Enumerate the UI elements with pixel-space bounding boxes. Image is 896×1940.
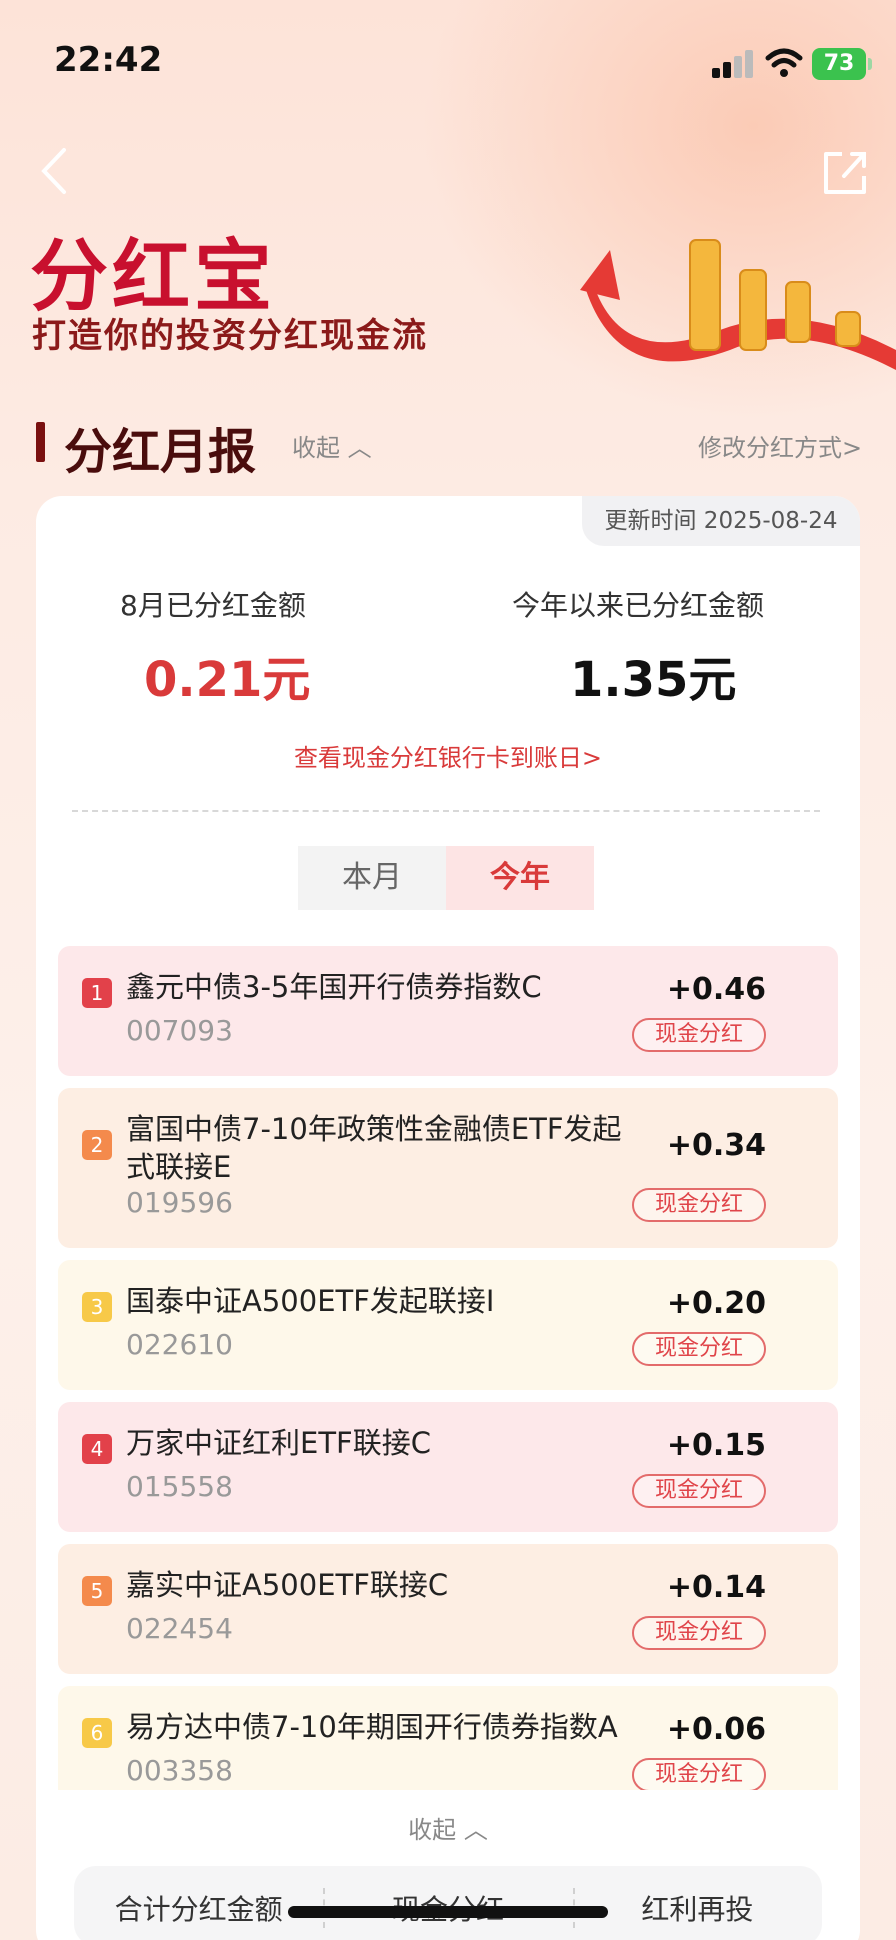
rank-badge: 6	[82, 1718, 112, 1748]
status-time: 22:42	[54, 40, 163, 80]
cellular-signal-icon	[712, 48, 754, 78]
rank-badge: 1	[82, 978, 112, 1008]
year-dividend-value: 1.35元	[570, 652, 737, 708]
period-segment: 本月 今年	[298, 846, 594, 910]
battery-tip	[868, 58, 872, 70]
cash-dividend-tag: 现金分红	[632, 1188, 766, 1222]
divider	[72, 810, 820, 812]
brand-subtitle: 打造你的投资分红现金流	[32, 316, 428, 356]
list-item[interactable]: 5 嘉实中证A500ETF联接C 022454 +0.14 现金分红	[58, 1544, 838, 1674]
bank-arrival-link[interactable]: 查看现金分红银行卡到账日>	[0, 738, 896, 773]
chevron-up-icon: ︿	[347, 434, 372, 462]
fund-code: 022454	[126, 1612, 233, 1645]
fund-list: 1 鑫元中债3-5年国开行债券指数C 007093 +0.46 现金分红 2 富…	[58, 946, 838, 1790]
fund-amount: +0.15	[666, 1428, 766, 1463]
tab-cash-dividend[interactable]: 现金分红	[323, 1866, 572, 1940]
list-item[interactable]: 2 富国中债7-10年政策性金融债ETF发起式联接E 019596 +0.34 …	[58, 1088, 838, 1248]
fund-name: 富国中债7-10年政策性金融债ETF发起式联接E	[126, 1112, 622, 1184]
fund-code: 007093	[126, 1014, 233, 1047]
fund-name: 鑫元中债3-5年国开行债券指数C	[126, 970, 542, 1004]
share-icon[interactable]	[820, 146, 872, 198]
month-dividend-label: 8月已分红金额	[120, 589, 306, 622]
cash-dividend-tag: 现金分红	[632, 1018, 766, 1052]
collapse-list-button[interactable]: 收起 ︿	[0, 1810, 896, 1845]
tab-this-year[interactable]: 今年	[446, 846, 594, 910]
tab-total-dividend[interactable]: 合计分红金额	[74, 1866, 323, 1940]
collapse-label: 收起	[292, 434, 340, 462]
fund-code: 003358	[126, 1754, 233, 1787]
month-dividend-value: 0.21元	[144, 652, 311, 708]
fund-name: 易方达中债7-10年期国开行债券指数A	[126, 1710, 618, 1744]
fund-name: 嘉实中证A500ETF联接C	[126, 1568, 449, 1602]
back-arrow-icon[interactable]	[36, 146, 70, 196]
cash-dividend-tag: 现金分红	[632, 1616, 766, 1650]
fund-amount: +0.46	[666, 972, 766, 1007]
fund-code: 019596	[126, 1186, 233, 1219]
fund-name: 万家中证红利ETF联接C	[126, 1426, 431, 1460]
rank-badge: 5	[82, 1576, 112, 1606]
tab-reinvest-label: 红利再投	[641, 1893, 754, 1926]
rank-badge: 3	[82, 1292, 112, 1322]
cash-dividend-tag: 现金分红	[632, 1758, 766, 1790]
collapse-report-button[interactable]: 收起 ︿	[292, 428, 372, 463]
coin-stack-illustration	[580, 239, 896, 370]
fund-amount: +0.34	[666, 1128, 766, 1163]
fund-name: 国泰中证A500ETF发起联接I	[126, 1284, 495, 1318]
list-item[interactable]: 6 易方达中债7-10年期国开行债券指数A 003358 +0.06 现金分红	[58, 1686, 838, 1790]
summary-tabs: 合计分红金额 现金分红 红利再投	[74, 1866, 822, 1940]
list-item[interactable]: 1 鑫元中债3-5年国开行债券指数C 007093 +0.46 现金分红	[58, 946, 838, 1076]
section-title: 分红月报	[64, 424, 257, 480]
fund-code: 015558	[126, 1470, 233, 1503]
fund-amount: +0.06	[666, 1712, 766, 1747]
cash-dividend-tag: 现金分红	[632, 1332, 766, 1366]
chevron-up-icon: ︿	[463, 1816, 488, 1844]
wifi-icon	[765, 48, 803, 77]
home-indicator[interactable]	[288, 1906, 608, 1918]
cash-dividend-tag: 现金分红	[632, 1474, 766, 1508]
collapse-label: 收起	[408, 1816, 457, 1844]
battery-icon: 73	[812, 48, 866, 80]
modify-dividend-method-link[interactable]: 修改分红方式>	[698, 428, 862, 463]
fund-amount: +0.20	[666, 1286, 766, 1321]
section-marker	[36, 422, 45, 462]
rank-badge: 2	[82, 1130, 112, 1160]
list-item[interactable]: 3 国泰中证A500ETF发起联接I 022610 +0.20 现金分红	[58, 1260, 838, 1390]
list-item[interactable]: 4 万家中证红利ETF联接C 015558 +0.15 现金分红	[58, 1402, 838, 1532]
fund-amount: +0.14	[666, 1570, 766, 1605]
year-dividend-label: 今年以来已分红金额	[512, 589, 765, 622]
fund-code: 022610	[126, 1328, 233, 1361]
tab-reinvest[interactable]: 红利再投	[572, 1866, 822, 1940]
tab-this-month[interactable]: 本月	[298, 846, 446, 910]
rank-badge: 4	[82, 1434, 112, 1464]
update-time-badge: 更新时间 2025-08-24	[582, 496, 860, 546]
